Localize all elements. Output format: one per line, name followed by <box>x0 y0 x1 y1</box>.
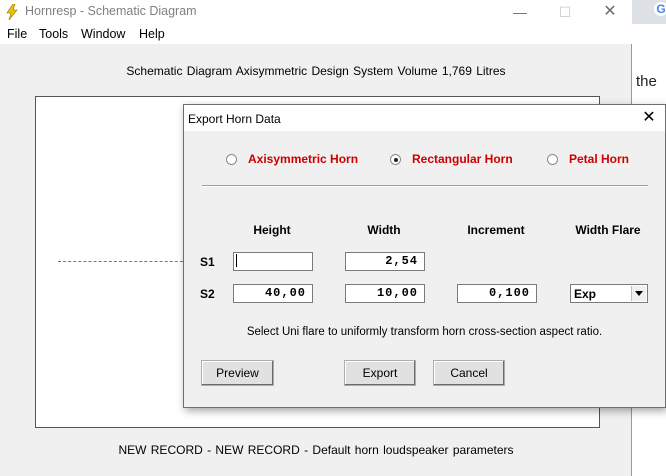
dropdown-arrow-icon[interactable] <box>631 286 646 301</box>
preview-button[interactable]: Preview <box>201 360 274 386</box>
s1-height-input[interactable] <box>233 252 313 271</box>
dialog-title: Export Horn Data <box>188 112 281 126</box>
s1-width-input[interactable]: 2,54 <box>345 252 425 271</box>
browser-tab-strip: G <box>632 0 666 24</box>
radio-indicator-selected[interactable] <box>390 154 401 165</box>
width-flare-select[interactable]: Exp <box>570 284 648 303</box>
column-header-width: Width <box>367 223 401 237</box>
radio-indicator[interactable] <box>547 154 558 165</box>
cancel-button[interactable]: Cancel <box>433 360 505 386</box>
dialog-title-bar: Export Horn Data ✕ <box>184 105 665 131</box>
column-header-height: Height <box>253 223 291 237</box>
title-bar: Hornresp - Schematic Diagram — ☐ ✕ <box>0 0 632 24</box>
menu-window[interactable]: Window <box>81 27 125 41</box>
maximize-button[interactable]: ☐ <box>555 3 575 21</box>
menu-tools[interactable]: Tools <box>39 27 68 41</box>
radio-label: Rectangular Horn <box>412 152 513 166</box>
dialog-close-button[interactable]: ✕ <box>640 109 658 127</box>
export-button[interactable]: Export <box>344 360 416 386</box>
row-label-s2: S2 <box>200 287 215 301</box>
uni-flare-hint: Select Uni flare to uniformly transform … <box>246 326 603 338</box>
s2-width-input[interactable]: 10,00 <box>345 284 425 303</box>
row-label-s1: S1 <box>200 255 215 269</box>
radio-label: Axisymmetric Horn <box>248 152 359 166</box>
s2-increment-input[interactable]: 0,100 <box>457 284 537 303</box>
browser-page-text: the <box>636 73 657 90</box>
column-header-width-flare: Width Flare <box>575 223 641 237</box>
radio-indicator[interactable] <box>226 154 237 165</box>
close-button[interactable]: ✕ <box>600 3 620 21</box>
menu-help[interactable]: Help <box>139 27 165 41</box>
menu-file[interactable]: File <box>7 27 27 41</box>
radio-label: Petal Horn <box>569 152 630 166</box>
s2-height-input[interactable]: 40,00 <box>233 284 313 303</box>
google-icon: G <box>654 2 666 16</box>
schematic-caption: Schematic Diagram Axisymmetric Design Sy… <box>126 64 506 78</box>
menu-bar: File Tools Window Help <box>0 24 632 44</box>
export-horn-data-dialog: Export Horn Data ✕ Axisymmetric Horn Rec… <box>183 104 666 408</box>
lightning-bolt-icon <box>6 4 18 20</box>
record-caption: NEW RECORD - NEW RECORD - Default horn l… <box>118 443 514 457</box>
minimize-button[interactable]: — <box>510 3 530 21</box>
column-header-increment: Increment <box>467 223 525 237</box>
separator <box>202 185 648 187</box>
width-flare-value: Exp <box>574 287 597 301</box>
horn-axis-line <box>58 261 188 262</box>
window-title: Hornresp - Schematic Diagram <box>25 4 197 18</box>
